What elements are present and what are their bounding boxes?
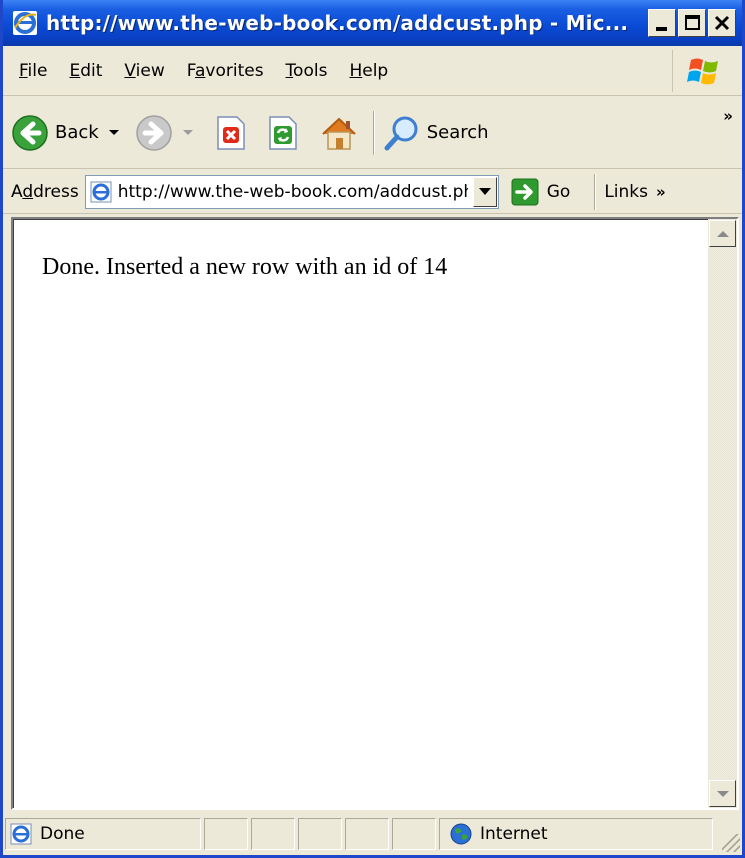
search-label: Search [426, 122, 489, 143]
search-icon [384, 116, 418, 150]
arrow-up-icon [716, 230, 729, 237]
windows-logo-icon [672, 50, 736, 92]
go-arrow-icon [511, 178, 539, 205]
menu-bar: File Edit View Favorites Tools Help [3, 46, 742, 96]
links-separator [594, 173, 597, 210]
go-button[interactable]: Go [511, 178, 571, 206]
address-field[interactable]: http://www.the-web-book.com/addcust.php [84, 174, 499, 209]
window-title: http://www.the-web-book.com/addcust.php … [46, 11, 629, 35]
scroll-up-button[interactable] [709, 220, 736, 247]
toolbar-separator [372, 110, 375, 155]
arrow-down-icon [716, 790, 729, 797]
status-pane [392, 818, 436, 850]
caption-buttons [648, 9, 736, 37]
title-bar[interactable]: http://www.the-web-book.com/addcust.php … [3, 0, 742, 46]
close-button[interactable] [708, 9, 736, 37]
go-label: Go [546, 181, 571, 202]
back-button[interactable]: Back [11, 105, 119, 161]
toolbar-overflow-chevron[interactable]: » [723, 107, 733, 125]
back-dropdown-icon[interactable] [108, 130, 119, 135]
forward-arrow-icon [135, 114, 172, 151]
menu-view[interactable]: View [122, 61, 166, 81]
links-overflow-chevron[interactable]: » [656, 183, 666, 201]
status-pane [204, 818, 248, 850]
minimize-button[interactable] [648, 9, 676, 37]
stop-icon [216, 115, 245, 150]
address-dropdown-button[interactable] [472, 176, 497, 207]
links-label[interactable]: Links [604, 182, 648, 202]
forward-button[interactable] [135, 105, 193, 161]
refresh-icon [268, 115, 297, 150]
back-label: Back [55, 122, 99, 143]
page-content: Done. Inserted a new row with an id of 1… [13, 219, 708, 808]
close-icon [714, 15, 730, 31]
zone-text: Internet [480, 824, 548, 844]
back-arrow-icon [12, 114, 48, 151]
status-bar: Done Internet [3, 814, 742, 854]
page-icon [90, 181, 112, 202]
home-button[interactable] [319, 105, 359, 161]
page-icon [10, 823, 32, 845]
scroll-down-button[interactable] [709, 780, 736, 807]
vertical-scrollbar[interactable] [708, 219, 737, 808]
address-bar: Address http://www.the-web-book.com/addc… [3, 170, 742, 214]
resize-grip[interactable] [722, 834, 740, 852]
home-icon [322, 117, 356, 150]
menu-favorites[interactable]: Favorites [185, 61, 266, 81]
menu-help[interactable]: Help [347, 61, 390, 81]
stop-button[interactable] [215, 105, 247, 161]
maximize-button[interactable] [678, 9, 706, 37]
status-pane [251, 818, 295, 850]
globe-icon [450, 823, 472, 845]
address-url: http://www.the-web-book.com/addcust.php [117, 181, 468, 202]
status-pane [345, 818, 389, 850]
status-pane [298, 818, 342, 850]
status-main-pane: Done [5, 818, 201, 850]
ie-icon [12, 10, 38, 36]
menu-file[interactable]: File [17, 61, 49, 81]
status-text: Done [40, 824, 85, 844]
address-label: Address [11, 181, 79, 202]
menu-edit[interactable]: Edit [67, 61, 104, 81]
minimize-icon [656, 27, 667, 31]
maximize-icon [685, 15, 700, 30]
forward-dropdown-icon[interactable] [182, 130, 193, 135]
search-button[interactable]: Search [383, 105, 489, 161]
chevron-down-icon [478, 188, 491, 195]
browser-window: http://www.the-web-book.com/addcust.php … [0, 0, 745, 858]
refresh-button[interactable] [267, 105, 299, 161]
content-frame: Done. Inserted a new row with an id of 1… [11, 217, 739, 810]
result-message: Done. Inserted a new row with an id of 1… [42, 254, 448, 280]
standard-toolbar: Back Search » [3, 97, 742, 169]
security-zone-pane: Internet [439, 818, 713, 850]
menu-tools[interactable]: Tools [284, 61, 330, 81]
